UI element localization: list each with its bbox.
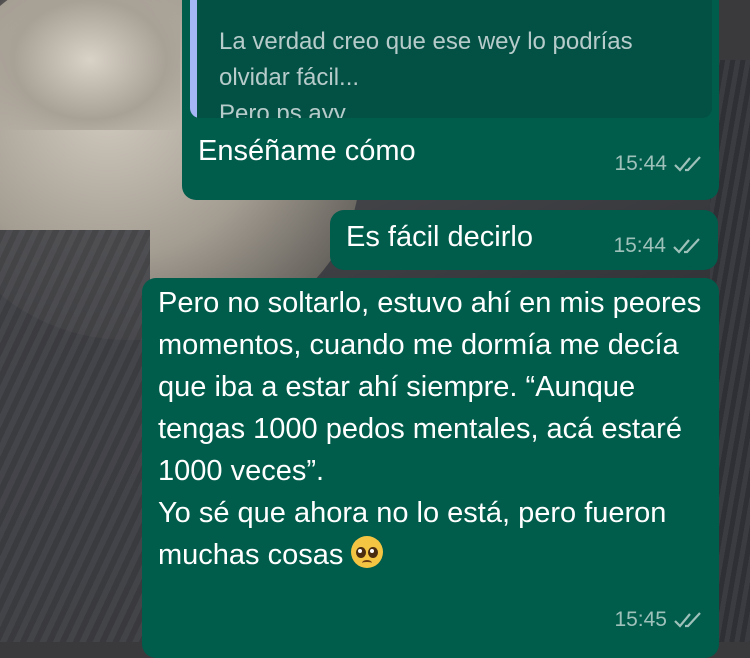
message-text: Enséñame cómo <box>198 135 416 167</box>
message-time: 15:44 <box>614 152 667 175</box>
message-body: Pero no soltarlo, estuvo ahí en mis peor… <box>158 287 702 571</box>
outgoing-message-bubble[interactable]: La verdad creo que ese wey lo podrías ol… <box>182 0 719 200</box>
message-text: Es fácil decirlo <box>346 221 533 253</box>
read-receipt-icon <box>674 612 701 628</box>
pleading-face-emoji-icon <box>351 536 384 568</box>
message-meta: 15:44 <box>614 152 705 176</box>
outgoing-message-bubble[interactable]: Pero no soltarlo, estuvo ahí en mis peor… <box>142 278 719 658</box>
quoted-message-text: La verdad creo que ese wey lo podrías ol… <box>219 28 633 118</box>
message-time: 15:45 <box>614 608 667 631</box>
quote-accent-bar <box>190 0 197 118</box>
message-text: Pero no soltarlo, estuvo ahí en mis peor… <box>158 282 703 576</box>
message-time: 15:44 <box>613 234 666 257</box>
read-receipt-icon <box>674 156 701 172</box>
message-meta: 15:44 <box>613 234 704 258</box>
quoted-message[interactable]: La verdad creo que ese wey lo podrías ol… <box>190 0 712 118</box>
read-receipt-icon <box>673 238 700 254</box>
message-meta: 15:45 <box>614 608 705 632</box>
outgoing-message-bubble[interactable]: Es fácil decirlo 15:44 <box>330 210 718 270</box>
